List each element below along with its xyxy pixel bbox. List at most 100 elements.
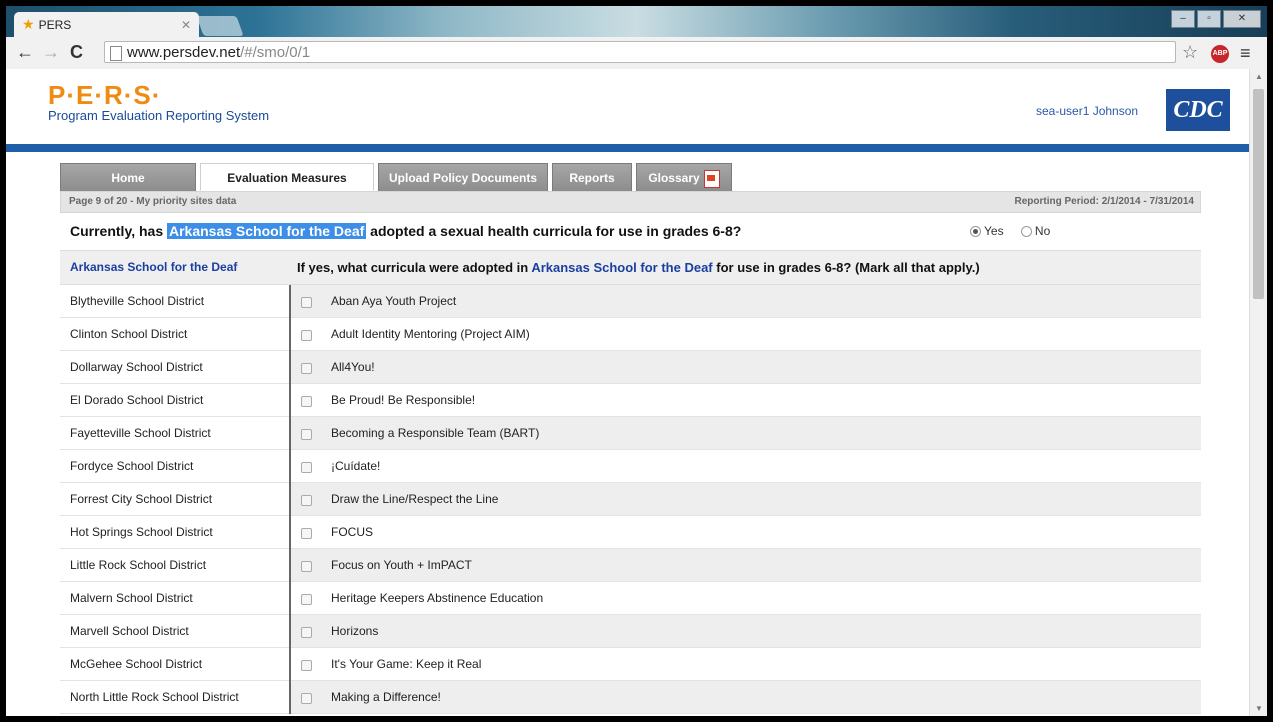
header-divider	[6, 144, 1249, 152]
curriculum-row: Making a Difference!	[291, 681, 1201, 714]
bookmark-star-icon[interactable]: ☆	[1182, 42, 1198, 63]
scroll-up-icon[interactable]: ▲	[1255, 72, 1263, 81]
tab-reports[interactable]: Reports	[552, 163, 632, 191]
curriculum-checkbox[interactable]	[301, 462, 312, 473]
page-content: P·E·R·S· Program Evaluation Reporting Sy…	[6, 69, 1249, 716]
menu-icon[interactable]: ≡	[1240, 43, 1251, 64]
forward-icon[interactable]: →	[42, 42, 60, 63]
main-tabs: Home Evaluation Measures Reporting Uploa…	[60, 163, 736, 213]
site-item[interactable]: Fayetteville School District	[60, 417, 289, 450]
site-item-selected[interactable]: Arkansas School for the Deaf	[60, 251, 289, 285]
url-host: www.persdev.net	[127, 44, 241, 61]
curriculum-label: Horizons	[331, 624, 379, 638]
pdf-icon	[703, 169, 720, 188]
browser-tab[interactable]: ★ PERS ✕	[14, 12, 199, 37]
tab-home[interactable]: Home	[60, 163, 196, 191]
curriculum-checkbox[interactable]	[301, 429, 312, 440]
question-prefix: Currently, has	[70, 223, 167, 239]
curriculum-label: All4You!	[331, 360, 375, 374]
curriculum-label: ¡Cuídate!	[331, 459, 381, 473]
site-item[interactable]: Dollarway School District	[60, 351, 289, 384]
tab-glossary[interactable]: Glossary	[636, 163, 732, 191]
curriculum-checkbox[interactable]	[301, 495, 312, 506]
yes-no-radios: Yes No	[970, 213, 1050, 250]
browser-toolbar: ← → C www.persdev.net/#/smo/0/1 ☆ ABP ≡	[6, 37, 1267, 70]
no-label: No	[1034, 224, 1051, 238]
curriculum-label: Be Proud! Be Responsible!	[331, 393, 476, 407]
site-item[interactable]: Fordyce School District	[60, 450, 289, 483]
curriculum-label: Heritage Keepers Abstinence Education	[331, 591, 544, 605]
curricula-list: If yes, what curricula were adopted in A…	[289, 251, 1201, 714]
close-window-icon[interactable]: ✕	[1223, 10, 1261, 28]
curricula-grid: Arkansas School for the Deaf Blytheville…	[60, 251, 1201, 714]
window-controls: – ▫ ✕	[1171, 10, 1261, 28]
tab-evaluation-measures[interactable]: Evaluation Measures Reporting	[200, 163, 374, 213]
reload-icon[interactable]: C	[70, 42, 83, 63]
curriculum-row: Focus on Youth + ImPACT	[291, 549, 1201, 582]
scroll-thumb[interactable]	[1253, 89, 1264, 299]
curriculum-row: Heritage Keepers Abstinence Education	[291, 582, 1201, 615]
curriculum-checkbox[interactable]	[301, 693, 312, 704]
address-bar[interactable]: www.persdev.net/#/smo/0/1	[104, 41, 1176, 63]
maximize-icon[interactable]: ▫	[1197, 10, 1221, 28]
curriculum-checkbox[interactable]	[301, 627, 312, 638]
page-scrollbar[interactable]: ▲ ▼	[1249, 69, 1267, 716]
title-bar: ★ PERS ✕ – ▫ ✕	[6, 6, 1267, 37]
site-item[interactable]: Hot Springs School District	[60, 516, 289, 549]
curriculum-row: Adult Identity Mentoring (Project AIM)	[291, 318, 1201, 351]
yes-radio[interactable]	[970, 226, 981, 238]
subquestion-prefix: If yes, what curricula were adopted in	[297, 260, 532, 275]
tab-close-icon[interactable]: ✕	[181, 18, 191, 32]
tab-glossary-label: Glossary	[648, 171, 700, 185]
measures-panel: Page 9 of 20 - My priority sites data Re…	[60, 191, 1201, 714]
curriculum-label: Focus on Youth + ImPACT	[331, 558, 472, 572]
question-site-highlight: Arkansas School for the Deaf	[167, 223, 367, 239]
curriculum-checkbox[interactable]	[301, 528, 312, 539]
curriculum-row: FOCUS	[291, 516, 1201, 549]
site-item[interactable]: Little Rock School District	[60, 549, 289, 582]
subquestion-site: Arkansas School for the Deaf	[531, 260, 713, 275]
user-name-link[interactable]: sea-user1 Johnson	[1036, 104, 1138, 118]
tab-title: PERS	[38, 17, 72, 32]
curriculum-label: Aban Aya Youth Project	[331, 294, 457, 308]
status-bar: Page 9 of 20 - My priority sites data Re…	[60, 191, 1201, 213]
curriculum-checkbox[interactable]	[301, 594, 312, 605]
question-suffix: adopted a sexual health curricula for us…	[366, 223, 742, 239]
site-item[interactable]: McGehee School District	[60, 648, 289, 681]
no-radio[interactable]	[1020, 226, 1032, 238]
adblock-icon[interactable]: ABP	[1211, 45, 1229, 63]
curriculum-label: Becoming a Responsible Team (BART)	[331, 426, 540, 440]
minimize-icon[interactable]: –	[1171, 10, 1195, 28]
curriculum-checkbox[interactable]	[301, 363, 312, 374]
scroll-down-icon[interactable]: ▼	[1255, 704, 1263, 713]
site-item[interactable]: Clinton School District	[60, 318, 289, 351]
browser-window: ★ PERS ✕ – ▫ ✕ ← → C www.persdev.net/#/s…	[6, 6, 1267, 716]
sites-list: Arkansas School for the Deaf Blytheville…	[60, 251, 289, 714]
site-item[interactable]: Forrest City School District	[60, 483, 289, 516]
tab-upload-policy-documents[interactable]: Upload Policy Documents	[378, 163, 548, 191]
subquestion-suffix: for use in grades 6-8? (Mark all that ap…	[712, 260, 980, 275]
site-item[interactable]: Marvell School District	[60, 615, 289, 648]
curriculum-checkbox[interactable]	[301, 330, 312, 341]
site-item[interactable]: North Little Rock School District	[60, 681, 289, 714]
page-info: Page 9 of 20 - My priority sites data	[69, 196, 237, 207]
curriculum-checkbox[interactable]	[301, 297, 312, 308]
curriculum-row: It's Your Game: Keep it Real	[291, 648, 1201, 681]
curriculum-checkbox[interactable]	[301, 660, 312, 671]
site-item[interactable]: El Dorado School District	[60, 384, 289, 417]
curriculum-checkbox[interactable]	[301, 396, 312, 407]
back-icon[interactable]: ←	[16, 42, 34, 63]
curriculum-label: FOCUS	[331, 525, 373, 539]
logo-subtitle: Program Evaluation Reporting System	[48, 108, 270, 123]
page-icon	[110, 46, 122, 61]
site-item[interactable]: Malvern School District	[60, 582, 289, 615]
subquestion: If yes, what curricula were adopted in A…	[289, 251, 1201, 285]
new-tab-button[interactable]	[196, 16, 244, 36]
curriculum-row: Becoming a Responsible Team (BART)	[291, 417, 1201, 450]
curriculum-checkbox[interactable]	[301, 561, 312, 572]
site-item[interactable]: Blytheville School District	[60, 285, 289, 318]
url-path: /#/smo/0/1	[240, 44, 311, 61]
reporting-period: Reporting Period: 2/1/2014 - 7/31/2014	[1014, 196, 1194, 207]
curriculum-label: Making a Difference!	[331, 690, 441, 704]
yes-label: Yes	[984, 224, 1004, 238]
